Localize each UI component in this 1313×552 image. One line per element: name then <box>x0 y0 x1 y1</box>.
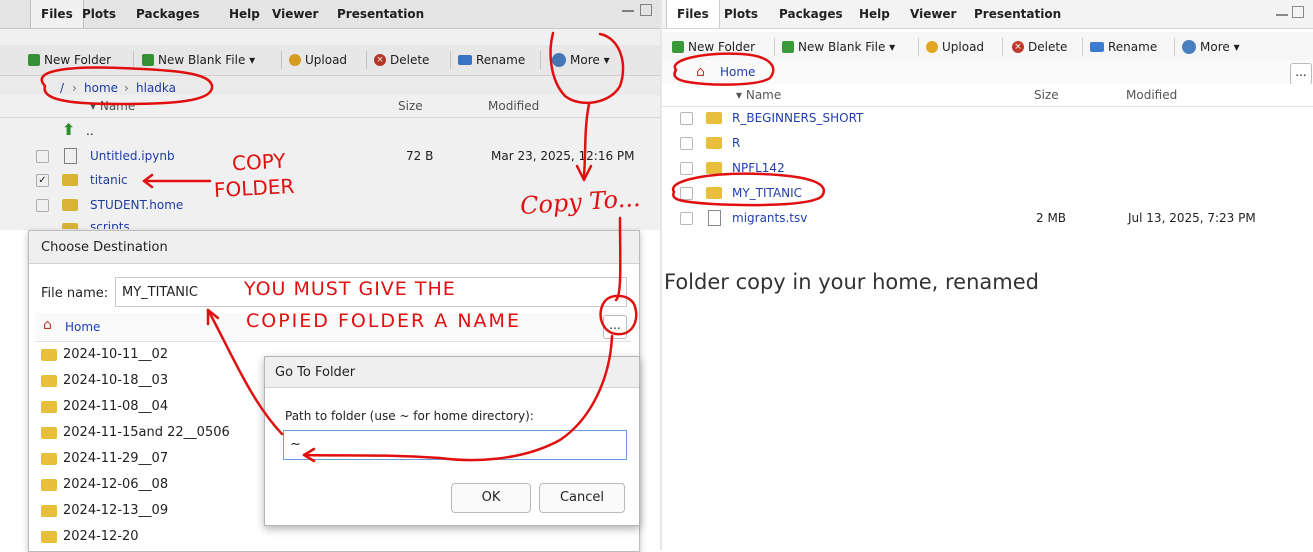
list-item[interactable]: R <box>662 131 1313 155</box>
tab-presentation[interactable]: Presentation <box>974 0 1061 28</box>
row-checkbox[interactable] <box>680 162 693 175</box>
left-files-pane: Files Plots Packages Help Viewer Present… <box>0 0 660 552</box>
row-checkbox[interactable] <box>680 187 693 200</box>
row-checkbox[interactable] <box>680 112 693 125</box>
column-size[interactable]: Size <box>1034 88 1059 102</box>
minimize-icon[interactable] <box>1276 14 1288 16</box>
more-path-button[interactable]: ... <box>1290 63 1312 85</box>
tab-plots[interactable]: Plots <box>724 0 758 28</box>
more-path-button[interactable]: ... <box>603 315 627 339</box>
dialog-title: Choose Destination <box>41 240 168 255</box>
file-name[interactable]: R_BEGINNERS_SHORT <box>732 111 863 125</box>
file-name[interactable]: migrants.tsv <box>732 211 807 225</box>
file-list-header: ▾ Name Size Modified <box>662 84 1313 107</box>
folder-icon <box>706 187 722 199</box>
file-icon <box>708 210 721 226</box>
goto-title: Go To Folder <box>275 365 356 380</box>
annotation-must-1: YOU MUST GIVE THE <box>244 278 456 300</box>
new-blank-file-button[interactable]: New Blank File ▾ <box>782 32 895 62</box>
list-item[interactable]: R_BEGINNERS_SHORT <box>662 106 1313 130</box>
list-item[interactable]: migrants.tsv 2 MB Jul 13, 2025, 7:23 PM <box>662 206 1313 230</box>
folder-icon <box>41 427 57 439</box>
goto-path-input[interactable]: ~ <box>283 430 627 460</box>
list-item[interactable]: MY_TITANIC <box>662 181 1313 205</box>
tab-packages[interactable]: Packages <box>779 0 843 28</box>
folder-icon <box>41 401 57 413</box>
annotation-must-2: COPIED FOLDER A NAME <box>246 310 521 332</box>
folder-icon <box>41 531 57 543</box>
folder-icon <box>41 349 57 361</box>
caption: Folder copy in your home, renamed <box>664 270 1039 294</box>
new-folder-button[interactable]: New Folder <box>672 32 755 62</box>
upload-icon <box>926 40 938 53</box>
right-files-pane: Files Plots Packages Help Viewer Present… <box>662 0 1313 240</box>
annotation-folder: FOLDER <box>213 173 295 203</box>
list-item[interactable]: 2024-12-20 <box>35 525 335 549</box>
folder-icon <box>706 112 722 124</box>
folder-icon <box>41 375 57 387</box>
folder-icon <box>41 505 57 517</box>
right-tab-bar: Files Plots Packages Help Viewer Present… <box>662 0 1313 29</box>
file-name-label: File name: <box>41 286 109 301</box>
ok-button[interactable]: OK <box>451 483 531 513</box>
rename-icon <box>1090 41 1104 52</box>
upload-button[interactable]: Upload <box>926 32 984 62</box>
goto-path-label: Path to folder (use ~ for home directory… <box>285 409 534 423</box>
tab-viewer[interactable]: Viewer <box>910 0 956 28</box>
annotation-copy: COPY <box>231 148 287 176</box>
folder-icon <box>41 453 57 465</box>
cancel-button[interactable]: Cancel <box>539 483 625 513</box>
column-modified[interactable]: Modified <box>1126 88 1177 102</box>
rename-button[interactable]: Rename <box>1090 32 1157 62</box>
new-folder-icon <box>672 40 684 53</box>
column-name[interactable]: ▾ Name <box>736 88 781 102</box>
right-toolbar: New Folder New Blank File ▾ Upload × Dele… <box>662 32 1313 63</box>
go-to-folder-dialog: Go To Folder Path to folder (use ~ for h… <box>264 356 640 526</box>
file-name[interactable]: MY_TITANIC <box>732 186 802 200</box>
new-file-icon <box>782 40 794 53</box>
delete-button[interactable]: × Delete <box>1012 32 1067 62</box>
delete-icon: × <box>1012 40 1024 53</box>
row-checkbox[interactable] <box>680 137 693 150</box>
gear-icon <box>1182 39 1196 54</box>
home-icon: ⌂ <box>43 317 52 333</box>
more-button[interactable]: More ▾ <box>1182 32 1240 62</box>
folder-icon <box>706 137 722 149</box>
tab-help[interactable]: Help <box>859 0 890 28</box>
breadcrumb: ⌂ Home ... <box>662 60 1313 87</box>
file-name[interactable]: NPFL142 <box>732 161 785 175</box>
maximize-icon[interactable] <box>1292 6 1304 18</box>
goto-title-bar: Go To Folder <box>265 357 639 388</box>
tab-files[interactable]: Files <box>666 0 720 28</box>
home-link[interactable]: Home <box>720 65 755 79</box>
file-name[interactable]: R <box>732 136 740 150</box>
home-icon: ⌂ <box>696 64 705 80</box>
folder-icon <box>41 479 57 491</box>
folder-icon <box>706 162 722 174</box>
list-item[interactable]: NPFL142 <box>662 156 1313 180</box>
home-link[interactable]: Home <box>65 320 100 334</box>
dialog-title-bar: Choose Destination <box>29 231 639 264</box>
row-checkbox[interactable] <box>680 212 693 225</box>
